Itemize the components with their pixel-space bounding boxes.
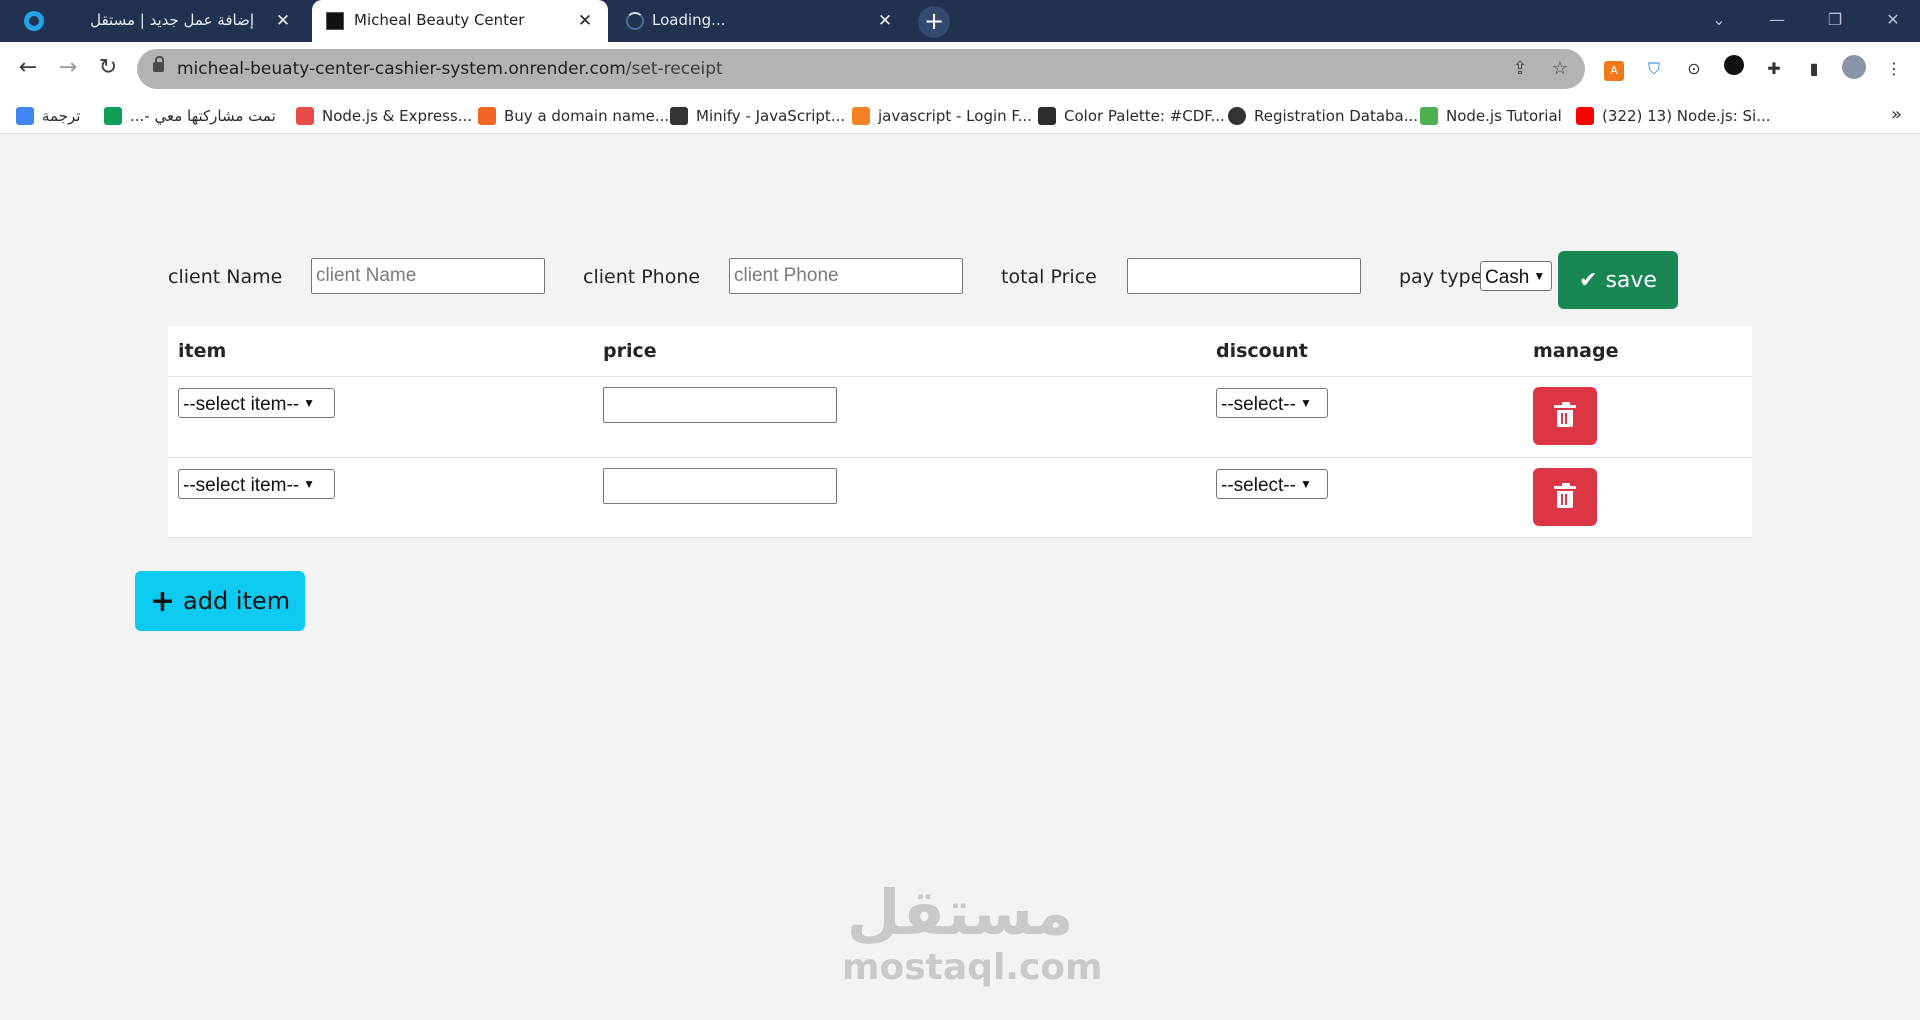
page-content: client Name client Phone total Price pay… [0,134,1920,1020]
bookmark-youtube[interactable]: (322) 13) Node.js: Si... [1576,105,1771,127]
bookmark-drive[interactable]: تمت مشاركتها معي -... [104,105,276,127]
code-extension-icon[interactable]: ⊙ [1680,55,1708,83]
loading-spinner-icon [626,12,644,30]
lock-icon [153,56,164,72]
trash-icon [1554,402,1576,427]
trash-icon [1554,483,1576,508]
save-button[interactable]: ✔ save [1558,251,1678,309]
header-divider [168,376,1752,377]
tab-title: Loading... [652,11,726,29]
tab-search-icon[interactable]: ⌄ [1690,0,1748,42]
tab-micheal-beauty-center[interactable]: Micheal Beauty Center ✕ [312,0,608,42]
close-icon[interactable]: ✕ [272,10,294,32]
check-icon: ✔ [1579,267,1598,293]
bookmarks-bar: ترجمة تمت مشاركتها معي -... Node.js & Ex… [0,96,1920,134]
header-price: price [603,340,657,362]
stackoverflow-icon [852,107,870,125]
avatar[interactable] [1840,55,1868,83]
discount-select[interactable]: --select-- ▼ [1216,388,1328,418]
total-price-label: total Price [1001,266,1097,288]
minimize-icon[interactable]: — [1748,0,1806,42]
price-input[interactable] [603,468,837,504]
tab-strip: إضافة عمل جديد | مستقل ✕ Micheal Beauty … [0,0,1920,42]
bookmark-translate[interactable]: ترجمة [16,105,80,127]
client-name-label: client Name [168,266,283,288]
bookmark-stackoverflow[interactable]: javascript - Login F... [852,105,1032,127]
row-divider [168,457,1752,458]
domain-icon [478,107,496,125]
item-select[interactable]: --select item-- ▼ [178,469,335,499]
delete-row-button[interactable] [1533,468,1597,526]
star-icon[interactable]: ☆ [1549,58,1571,80]
share-icon[interactable]: ⇪ [1509,58,1531,80]
chevron-down-icon: ▼ [1299,396,1312,410]
chevron-down-icon: ▼ [303,396,316,410]
window-close-icon[interactable]: ✕ [1864,0,1920,42]
plus-icon: + [149,583,176,619]
translate-icon [16,107,34,125]
tab-loading[interactable]: Loading... ✕ [612,0,908,42]
pay-type-label: pay type [1399,266,1483,288]
pay-type-select[interactable]: Cash ▼ [1480,261,1552,291]
close-icon[interactable]: ✕ [574,10,596,32]
bookmark-nodejs-tutorial[interactable]: Node.js Tutorial [1420,105,1562,127]
extension-a-icon[interactable]: A [1600,55,1628,83]
header-manage: manage [1533,340,1619,362]
receipt-items-table [168,326,1752,538]
bookmark-nodejs-express[interactable]: Node.js & Express... [296,105,472,127]
bookmark-color-palette[interactable]: Color Palette: #CDF... [1038,105,1225,127]
chevron-down-icon: ▼ [1299,477,1312,491]
youtube-icon [1576,107,1594,125]
shield-extension-icon[interactable]: ⛉ [1640,55,1668,83]
palette-icon [1038,107,1056,125]
bookmark-registration[interactable]: Registration Databa... [1228,105,1418,127]
client-phone-input[interactable] [729,258,963,294]
new-tab-button[interactable]: + [918,6,950,38]
udemy-icon [296,107,314,125]
back-arrow-icon[interactable]: ← [12,53,44,85]
address-bar[interactable]: micheal-beuaty-center-cashier-system.onr… [137,49,1585,89]
reload-icon[interactable]: ↻ [92,53,124,85]
header-discount: discount [1216,340,1308,362]
discount-select[interactable]: --select-- ▼ [1216,469,1328,499]
tab-mostaql[interactable]: إضافة عمل جديد | مستقل ✕ [0,0,306,42]
url-text: micheal-beuaty-center-cashier-system.onr… [177,59,723,79]
client-name-input[interactable] [311,258,545,294]
minify-icon [670,107,688,125]
item-select[interactable]: --select item-- ▼ [178,388,335,418]
close-icon[interactable]: ✕ [874,10,896,32]
chevron-down-icon: ▼ [303,477,316,491]
price-input[interactable] [603,387,837,423]
globe-icon [1228,107,1246,125]
w3schools-icon [1420,107,1438,125]
chevron-down-icon: ▼ [1533,269,1546,283]
tab-title: إضافة عمل جديد | مستقل [90,11,254,29]
drive-icon [104,107,122,125]
menu-dots-icon[interactable]: ⋮ [1880,55,1908,83]
header-item: item [178,340,227,362]
bookmark-minify[interactable]: Minify - JavaScript... [670,105,845,127]
total-price-input[interactable] [1127,258,1361,294]
puzzle-icon[interactable]: ✚ [1760,55,1788,83]
bookmark-domain[interactable]: Buy a domain name... [478,105,669,127]
browser-toolbar: ← → ↻ micheal-beuaty-center-cashier-syst… [0,42,1920,96]
add-item-button[interactable]: + add item [135,571,305,631]
forward-arrow-icon[interactable]: → [52,53,84,85]
client-phone-label: client Phone [583,266,701,288]
site-favicon-icon [326,12,344,30]
side-panel-icon[interactable]: ▮ [1800,55,1828,83]
tab-title: Micheal Beauty Center [354,11,525,29]
mostaql-watermark: مستقل mostaql.com [842,876,1103,988]
more-bookmarks-icon[interactable]: » [1891,104,1902,125]
watermark-latin: mostaql.com [842,947,1103,988]
delete-row-button[interactable] [1533,387,1597,445]
dark-extension-icon[interactable] [1720,55,1748,83]
row-divider [168,537,1752,538]
restore-icon[interactable]: ❐ [1806,0,1864,42]
mostaql-favicon-icon [24,11,44,31]
watermark-arabic: مستقل [846,876,1074,949]
